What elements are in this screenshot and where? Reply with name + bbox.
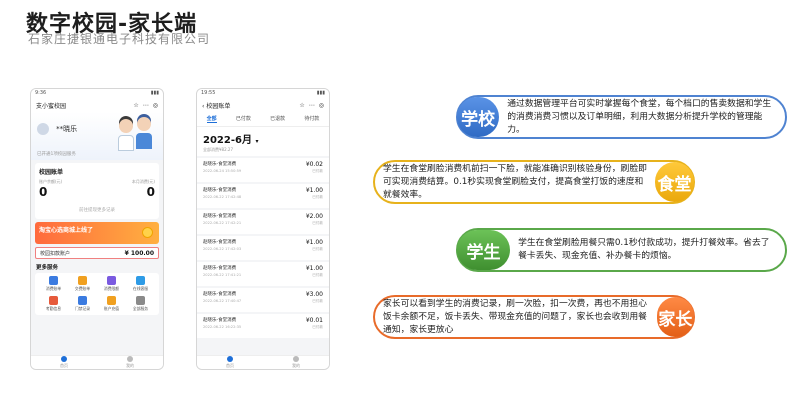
month-summary: 全部消费¥82.27	[203, 147, 233, 152]
capsule-canteen-label: 食堂	[654, 162, 694, 202]
service-item[interactable]: 消费账单	[39, 276, 68, 292]
students-illustration	[117, 115, 157, 153]
tab-mine[interactable]: 我的	[292, 356, 300, 369]
balance-card[interactable]: 校园账单 账户余额(元) 0 本月消费(元) 0 前往提现更多记录	[35, 163, 159, 219]
tab-home[interactable]: 首页	[226, 356, 234, 369]
phone-bill-screen: 19:55 ▮▮▮ ‹ 校园账单 ☆ ⋯ ◎ 全部 已付款 已退款 待付款 20…	[196, 88, 330, 370]
company-name: 石家庄捷银通电子科技有限公司	[28, 32, 211, 46]
status-bar: 19:55 ▮▮▮	[197, 89, 329, 98]
payment-icon	[78, 276, 87, 285]
capsule-student-text: 学生在食堂刷脸用餐只需0.1秒付款成功，提升打餐效率。省去了餐卡丢失、现金充值、…	[518, 238, 770, 261]
balance-detail-link[interactable]: 前往提现更多记录	[39, 207, 155, 215]
status-bar: 9:36 ▮▮▮	[31, 89, 163, 98]
table-row[interactable]: 赵晓乐-食堂消费 2022-06-22 17:42:48 ¥1.00 已付款	[197, 184, 329, 208]
month-selector[interactable]: 2022-6月 ▾ 全部消费¥82.27	[197, 127, 329, 156]
service-item[interactable]: 交费账单	[68, 276, 97, 292]
bill-icon	[49, 276, 58, 285]
account-label: 校园扣款账户	[40, 250, 71, 257]
slide: 数字校园-家长端 石家庄捷银通电子科技有限公司 9:36 ▮▮▮ 支小蜜校园 ☆…	[0, 0, 800, 401]
balance-card-title: 校园账单	[39, 169, 64, 176]
user-hero: **晓乐 已开通1项校园服务	[31, 112, 163, 160]
bottom-tabbar: 首页 我的	[31, 355, 163, 369]
capsule-canteen: 学生在食堂刷脸消费机前扫一下脸，就能准确识别核验身份，刷脸即可实现消费结算。0.…	[373, 160, 695, 204]
limit-icon	[107, 276, 116, 285]
chevron-down-icon: ▾	[255, 138, 259, 145]
app-navbar: ‹ 校园账单 ☆ ⋯ ◎	[197, 98, 329, 112]
home-icon	[227, 356, 233, 362]
service-item[interactable]: 消费限额	[97, 276, 126, 292]
service-item[interactable]: 在线客服	[126, 276, 155, 292]
balance-right-value: 0	[146, 185, 155, 199]
recharge-icon	[107, 296, 116, 305]
app-title: 支小蜜校园	[36, 102, 67, 110]
service-item[interactable]: 账户充值	[97, 296, 126, 312]
capsule-parent: 家长可以看到学生的消费记录，刷一次脸，扣一次费，再也不用担心饭卡余额不足，饭卡丢…	[373, 295, 695, 339]
balance-left-value: 0	[39, 185, 48, 199]
tab-refunded[interactable]: 已退款	[270, 115, 285, 123]
capsule-student: 学生 学生在食堂刷脸用餐只需0.1秒付款成功，提升打餐效率。省去了餐卡丢失、现金…	[456, 228, 787, 272]
bottom-tabbar: 首页 我的	[197, 355, 329, 369]
deduction-account[interactable]: 校园扣款账户 ¥ 100.00	[35, 247, 159, 259]
capsule-student-label: 学生	[457, 230, 511, 270]
month-value: 2022-6月	[203, 135, 252, 146]
signal-icon: ▮▮▮	[316, 90, 325, 96]
close-icon[interactable]: ◎	[319, 102, 324, 109]
tab-home[interactable]: 首页	[60, 356, 68, 369]
bill-page-title: 校园账单	[206, 102, 231, 110]
services-grid: 消费账单 交费账单 消费限额 在线客服 考勤信息 门禁记录 账户充值 全部服务	[35, 273, 159, 315]
status-time: 9:36	[35, 90, 47, 96]
support-icon	[136, 276, 145, 285]
account-value: ¥ 100.00	[124, 249, 154, 257]
attendance-icon	[49, 296, 58, 305]
signal-icon: ▮▮▮	[150, 90, 159, 96]
table-row[interactable]: 赵晓乐-食堂消费 2022-06-22 17:40:47 ¥3.00 已付款	[197, 288, 329, 312]
grid-icon	[136, 296, 145, 305]
service-item[interactable]: 考勤信息	[39, 296, 68, 312]
more-icon[interactable]: ⋯	[143, 102, 149, 109]
service-item[interactable]: 全部服务	[126, 296, 155, 312]
bind-status: 已开通1项校园服务	[37, 152, 76, 157]
tab-all[interactable]: 全部	[206, 115, 217, 123]
capsule-school-label: 学校	[457, 97, 500, 137]
avatar[interactable]	[37, 122, 49, 135]
banner-text: 淘宝心选商城上线了	[39, 227, 94, 234]
services-title: 更多服务	[36, 265, 59, 271]
user-icon	[127, 356, 133, 362]
table-row[interactable]: 赵晓乐-食堂消费 2022-06-22 16:22:35 ¥0.01 已付款	[197, 314, 329, 338]
capsule-parent-text: 家长可以看到学生的消费记录，刷一次脸，扣一次费，再也不用担心饭卡余额不足，饭卡丢…	[383, 298, 647, 335]
home-icon	[61, 356, 67, 362]
star-icon[interactable]: ☆	[133, 102, 138, 109]
table-row[interactable]: 赵晓乐-食堂消费 2022-06-24 15:50:59 ¥0.02 已付款	[197, 158, 329, 182]
bill-filter-tabs: 全部 已付款 已退款 待付款	[197, 112, 329, 127]
user-icon	[293, 356, 299, 362]
user-name: **晓乐	[56, 124, 78, 133]
capsule-canteen-text: 学生在食堂刷脸消费机前扫一下脸，就能准确识别核验身份，刷脸即可实现消费结算。0.…	[383, 163, 647, 200]
app-navbar: 支小蜜校园 ☆ ⋯ ◎	[31, 98, 163, 112]
more-icon[interactable]: ⋯	[309, 102, 315, 109]
service-item[interactable]: 门禁记录	[68, 296, 97, 312]
tab-mine[interactable]: 我的	[126, 356, 134, 369]
coin-icon	[142, 227, 153, 238]
status-time: 19:55	[201, 90, 216, 96]
table-row[interactable]: 赵晓乐-食堂消费 2022-06-22 17:42:03 ¥1.00 已付款	[197, 236, 329, 260]
door-icon	[78, 296, 87, 305]
promo-banner[interactable]: 淘宝心选商城上线了	[35, 222, 159, 244]
phone-home-screen: 9:36 ▮▮▮ 支小蜜校园 ☆ ⋯ ◎ **晓乐 已开通1项校园服务 校园账单	[30, 88, 164, 370]
table-row[interactable]: 赵晓乐-食堂消费 2022-06-22 17:41:21 ¥1.00 已付款	[197, 262, 329, 286]
table-row[interactable]: 赵晓乐-食堂消费 2022-06-22 17:42:21 ¥2.00 已付款	[197, 210, 329, 234]
capsule-school-text: 通过数据管理平台可实时掌握每个食堂，每个档口的售卖数据和学生的消费消费习惯以及订…	[507, 98, 772, 135]
close-icon[interactable]: ◎	[153, 102, 158, 109]
tab-paid[interactable]: 已付款	[236, 115, 251, 123]
tab-pending[interactable]: 待付款	[304, 115, 319, 123]
star-icon[interactable]: ☆	[299, 102, 304, 109]
capsule-school: 学校 通过数据管理平台可实时掌握每个食堂，每个档口的售卖数据和学生的消费消费习惯…	[456, 95, 787, 139]
capsule-parent-label: 家长	[656, 297, 694, 337]
